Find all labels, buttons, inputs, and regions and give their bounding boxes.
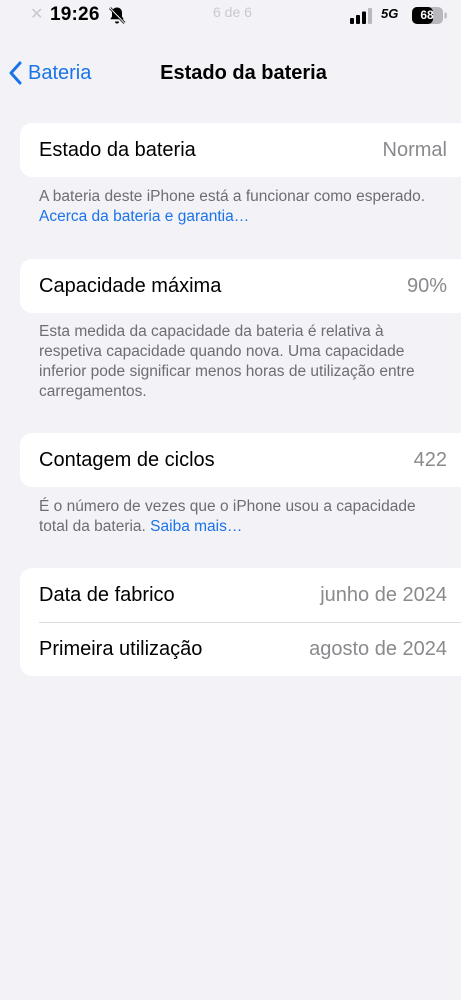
page-title: Estado da bateria (160, 62, 327, 84)
bell-slash-icon (108, 6, 126, 30)
first-use-value: agosto de 2024 (309, 637, 447, 660)
cycle-count-group: Contagem de ciclos 422 (20, 433, 461, 487)
learn-more-link[interactable]: Saiba mais… (150, 518, 242, 535)
dates-group: Data de fabrico junho de 2024 Primeira u… (20, 568, 461, 676)
battery-health-value: Normal (382, 138, 447, 161)
max-capacity-row: Capacidade máxima 90% (20, 259, 461, 313)
battery-health-footer-text: A bateria deste iPhone está a funcionar … (39, 188, 426, 205)
max-capacity-group: Capacidade máxima 90% (20, 259, 461, 313)
battery-health-label: Estado da bateria (39, 138, 196, 161)
battery-icon: 68 (412, 7, 448, 29)
battery-warranty-link[interactable]: Acerca da bateria e garantia… (39, 208, 249, 225)
battery-level-text: 68 (420, 8, 434, 22)
navigation-bar: Bateria Estado da bateria (0, 50, 461, 96)
max-capacity-footer: Esta medida da capacidade da bateria é r… (39, 323, 415, 400)
image-counter: 6 de 6 (213, 4, 252, 20)
battery-health-footer: A bateria deste iPhone está a funcionar … (39, 187, 439, 227)
cycle-count-footer: É o número de vezes que o iPhone usou a … (39, 497, 439, 537)
cycle-count-label: Contagem de ciclos (39, 448, 215, 471)
first-use-label: Primeira utilização (39, 637, 203, 660)
cycle-count-value: 422 (413, 448, 447, 471)
cellular-signal-icon (350, 8, 374, 29)
max-capacity-label: Capacidade máxima (39, 274, 222, 297)
battery-health-row: Estado da bateria Normal (20, 123, 461, 177)
manufacture-date-row: Data de fabrico junho de 2024 (20, 568, 461, 622)
cycle-count-row: Contagem de ciclos 422 (20, 433, 461, 487)
close-icon[interactable]: ✕ (30, 4, 43, 24)
network-type-label: 5G (381, 6, 399, 21)
max-capacity-value: 90% (406, 274, 447, 297)
first-use-row: Primeira utilização agosto de 2024 (20, 622, 461, 676)
manufacture-date-label: Data de fabrico (39, 583, 175, 606)
status-time: 19:26 (50, 4, 100, 25)
manufacture-date-value: junho de 2024 (320, 583, 447, 606)
battery-health-group: Estado da bateria Normal (20, 123, 461, 177)
